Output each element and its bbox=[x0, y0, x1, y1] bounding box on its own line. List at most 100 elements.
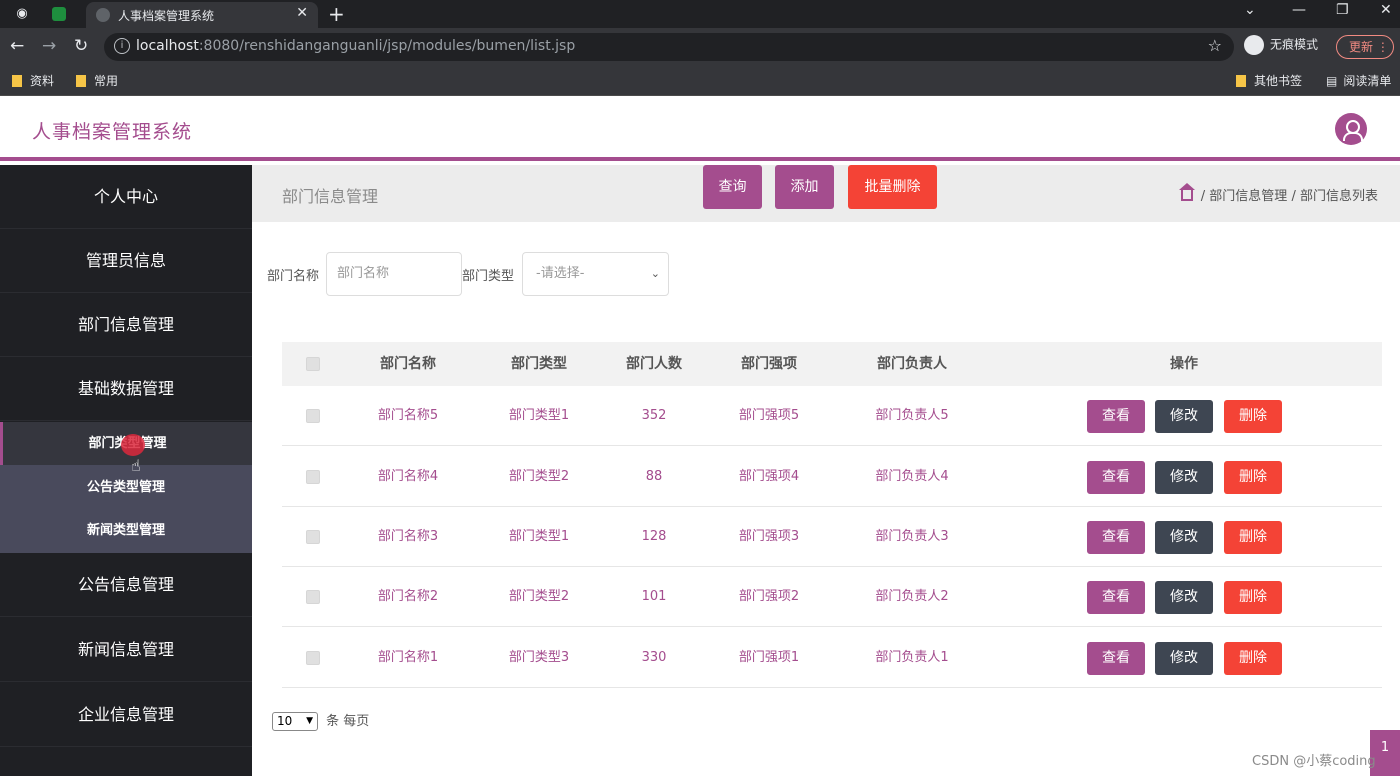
view-button[interactable]: 查看 bbox=[1087, 642, 1145, 675]
cell-dept-count: 330 bbox=[641, 650, 667, 665]
select-all-checkbox[interactable] bbox=[306, 357, 320, 371]
delete-button[interactable]: 删除 bbox=[1224, 642, 1282, 675]
folder-icon bbox=[76, 75, 86, 87]
delete-button[interactable]: 删除 bbox=[1224, 521, 1282, 554]
sidebar-item-dept-info[interactable]: 部门信息管理 bbox=[0, 293, 252, 357]
bookmark-star-icon[interactable]: ☆ bbox=[1208, 36, 1222, 55]
reading-list-icon: ▤ bbox=[1326, 74, 1338, 88]
cell-dept-strength: 部门强项4 bbox=[738, 469, 800, 484]
sidebar-item-basic-data[interactable]: 基础数据管理 bbox=[0, 357, 252, 421]
pagination: 10 ▼ 条 每页 bbox=[272, 710, 369, 731]
cell-dept-name: 部门名称2 bbox=[377, 589, 439, 604]
add-button[interactable]: 添加 bbox=[775, 165, 834, 209]
col-header: 部门强项 bbox=[741, 356, 797, 372]
cell-dept-name: 部门名称4 bbox=[377, 469, 439, 484]
sidebar-item-company-info[interactable]: 企业信息管理 bbox=[0, 683, 252, 747]
chevron-down-icon: ⌄ bbox=[650, 267, 660, 280]
sidebar-item-notice-info[interactable]: 公告信息管理 bbox=[0, 553, 252, 617]
edit-button[interactable]: 修改 bbox=[1155, 581, 1213, 614]
bookmark-folder-changyong[interactable]: 常用 bbox=[76, 72, 118, 89]
update-button[interactable]: 更新 ⋮ bbox=[1336, 35, 1394, 59]
col-header: 部门类型 bbox=[511, 356, 567, 372]
bookmarks-bar: 资料 常用 其他书签 ▤ 阅读清单 bbox=[0, 66, 1400, 96]
close-window-icon[interactable]: ✕ bbox=[1380, 2, 1392, 18]
cell-dept-strength: 部门强项5 bbox=[738, 408, 800, 423]
url-text[interactable]: localhost:8080/renshidanganguanli/jsp/mo… bbox=[136, 38, 575, 54]
sheets-icon[interactable] bbox=[52, 7, 66, 21]
cell-dept-type: 部门类型3 bbox=[508, 650, 570, 665]
bookmark-label: 资料 bbox=[30, 74, 55, 88]
sidebar-subitem-notice-type[interactable]: 公告类型管理 bbox=[0, 466, 252, 509]
cell-dept-name: 部门名称5 bbox=[377, 408, 439, 423]
page-title: 部门信息管理 bbox=[282, 187, 379, 206]
maximize-icon[interactable]: ❐ bbox=[1336, 2, 1349, 18]
reload-icon[interactable]: ↻ bbox=[74, 36, 88, 56]
sidebar-subitem-dept-type[interactable]: 部门类型管理 ☝ bbox=[0, 422, 252, 475]
incognito-indicator[interactable]: 无痕模式 bbox=[1244, 35, 1318, 55]
row-checkbox[interactable] bbox=[306, 651, 320, 665]
delete-button[interactable]: 删除 bbox=[1224, 461, 1282, 494]
dept-name-input[interactable]: 部门名称 bbox=[326, 252, 462, 296]
browser-tab[interactable]: 人事档案管理系统 ✕ bbox=[86, 2, 318, 28]
home-icon[interactable] bbox=[1178, 183, 1195, 201]
col-header: 部门名称 bbox=[380, 356, 436, 372]
sidebar-item-label: 公告信息管理 bbox=[77, 575, 174, 594]
sidebar-item-personal-center[interactable]: 个人中心 bbox=[0, 165, 252, 229]
row-checkbox[interactable] bbox=[306, 590, 320, 604]
batch-delete-button[interactable]: 批量删除 bbox=[848, 165, 937, 209]
delete-button[interactable]: 删除 bbox=[1224, 400, 1282, 433]
breadcrumb-sep: / bbox=[1291, 189, 1296, 204]
folder-icon bbox=[1236, 75, 1246, 87]
view-button[interactable]: 查看 bbox=[1087, 521, 1145, 554]
chrome-icon[interactable]: ◉ bbox=[14, 6, 30, 22]
sidebar-item-label: 新闻信息管理 bbox=[77, 640, 174, 659]
query-button[interactable]: 查询 bbox=[703, 165, 762, 209]
reading-list[interactable]: ▤ 阅读清单 bbox=[1326, 72, 1391, 89]
row-checkbox[interactable] bbox=[306, 530, 320, 544]
table-row: 部门名称2 部门类型2 101 部门强项2 部门负责人2 查看 修改 删除 bbox=[282, 567, 1382, 627]
col-header: 部门人数 bbox=[626, 356, 682, 372]
folder-icon bbox=[12, 75, 22, 87]
dept-name-label: 部门名称 bbox=[267, 269, 320, 284]
new-tab-icon[interactable]: + bbox=[328, 2, 345, 26]
page-size-select[interactable]: 10 ▼ bbox=[272, 712, 318, 731]
sidebar-item-label: 部门信息管理 bbox=[77, 315, 174, 334]
cell-dept-leader: 部门负责人3 bbox=[875, 529, 949, 544]
back-icon[interactable]: ← bbox=[10, 36, 24, 56]
dept-type-select[interactable]: -请选择- ⌄ bbox=[522, 252, 669, 296]
view-button[interactable]: 查看 bbox=[1087, 400, 1145, 433]
sidebar-subitem-label: 公告类型管理 bbox=[86, 480, 165, 495]
address-toolbar: ← → ↻ i localhost:8080/renshidanganguanl… bbox=[0, 28, 1400, 66]
cell-dept-leader: 部门负责人1 bbox=[875, 650, 949, 665]
edit-button[interactable]: 修改 bbox=[1155, 400, 1213, 433]
sidebar-item-label: 基础数据管理 bbox=[77, 379, 174, 398]
edit-button[interactable]: 修改 bbox=[1155, 642, 1213, 675]
cell-dept-type: 部门类型1 bbox=[508, 529, 570, 544]
table-header: 部门名称 部门类型 部门人数 部门强项 部门负责人 操作 bbox=[282, 342, 1382, 386]
forward-icon[interactable]: → bbox=[42, 36, 56, 56]
row-checkbox[interactable] bbox=[306, 409, 320, 423]
row-checkbox[interactable] bbox=[306, 470, 320, 484]
view-button[interactable]: 查看 bbox=[1087, 461, 1145, 494]
sidebar-item-admin-info[interactable]: 管理员信息 bbox=[0, 229, 252, 293]
view-button[interactable]: 查看 bbox=[1087, 581, 1145, 614]
close-tab-icon[interactable]: ✕ bbox=[296, 5, 308, 21]
tab-search-icon[interactable]: ⌄ bbox=[1244, 2, 1256, 18]
sidebar-subitem-news-type[interactable]: 新闻类型管理 bbox=[0, 509, 252, 552]
edit-button[interactable]: 修改 bbox=[1155, 521, 1213, 554]
breadcrumb-item[interactable]: 部门信息管理 bbox=[1209, 189, 1287, 204]
other-bookmarks[interactable]: 其他书签 bbox=[1236, 72, 1302, 89]
cell-dept-count: 128 bbox=[641, 529, 667, 544]
app-title: 人事档案管理系统 bbox=[32, 121, 193, 143]
bookmark-folder-ziliao[interactable]: 资料 bbox=[12, 72, 54, 89]
url-host: localhost bbox=[136, 38, 199, 54]
user-avatar-icon[interactable] bbox=[1335, 113, 1367, 145]
breadcrumb-item: 部门信息列表 bbox=[1299, 189, 1378, 204]
delete-button[interactable]: 删除 bbox=[1224, 581, 1282, 614]
sidebar-item-news-info[interactable]: 新闻信息管理 bbox=[0, 618, 252, 682]
minimize-icon[interactable]: — bbox=[1292, 2, 1306, 18]
site-info-icon[interactable]: i bbox=[114, 38, 130, 54]
bookmark-label: 常用 bbox=[94, 74, 119, 88]
edit-button[interactable]: 修改 bbox=[1155, 461, 1213, 494]
omnibox[interactable]: i localhost:8080/renshidanganguanli/jsp/… bbox=[104, 33, 1234, 61]
